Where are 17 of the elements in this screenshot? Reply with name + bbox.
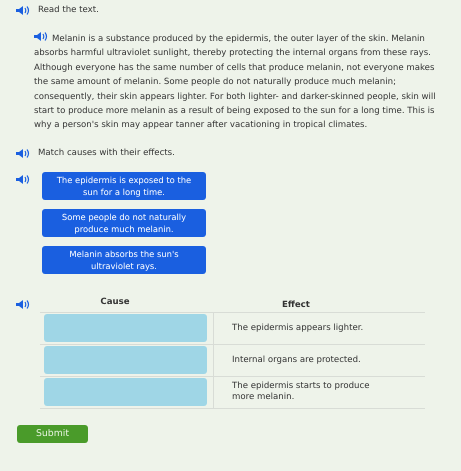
- column-header: Cause: [99, 296, 131, 309]
- question-text: Match causes with their effects.: [38, 146, 175, 160]
- speaker-icon[interactable]: [16, 4, 30, 16]
- passage-text: Melanin is a substance produced by the epidermis, the outer layer of the skin. Melanin absorbs harmful ultraviolet sunlight, thereby protecting the internal organs from these rays. Although everyone has the same number of cells that produce melanin, not everyone makes the same amount of melanin. Some people do not naturally produce much melanin; consequently, their skin appears lighter. For both lighter- and darker-skinned people, skin will start to produce more melanin as a result of being exposed to the sun for a long time. This is why a person's skin may appear tanner after vacationing in tropical climates.: [34, 30, 437, 133]
- instruction-text: Read the text.: [38, 4, 99, 17]
- cause-card[interactable]: The epidermis is exposed to the sun for a long time.: [42, 172, 206, 200]
- column-header: Effect: [282, 298, 310, 312]
- effect-text: The epidermis starts to produce more melanin.: [232, 381, 370, 404]
- speaker-icon[interactable]: [16, 148, 30, 159]
- speaker-icon[interactable]: [34, 30, 48, 42]
- speaker-icon[interactable]: [16, 174, 30, 185]
- cause-card[interactable]: Melanin absorbs the sun's ultraviolet rays.: [42, 246, 206, 274]
- submit-button[interactable]: Submit: [17, 424, 88, 443]
- effect-text: The epidermis appears lighter.: [232, 322, 364, 334]
- cause-card[interactable]: Some people do not naturally produce much melanin.: [42, 208, 206, 237]
- effect-text: Internal organs are protected.: [232, 354, 361, 366]
- speaker-icon[interactable]: [16, 298, 30, 310]
